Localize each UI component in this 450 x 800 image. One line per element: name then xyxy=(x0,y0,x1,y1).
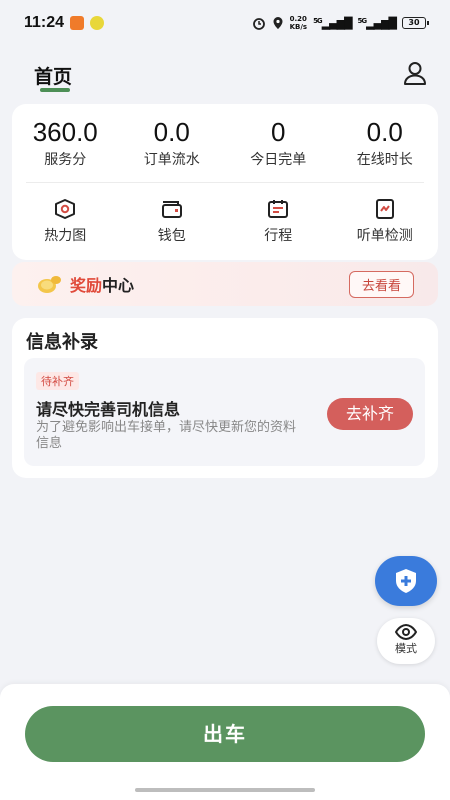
coin-icon xyxy=(38,276,61,293)
stat-value: 0.0 xyxy=(153,117,190,147)
tools-row: 热力图 钱包 行程 听单检测 xyxy=(12,183,438,259)
wallet-icon xyxy=(161,201,182,218)
status-time: 11:24 xyxy=(24,14,65,31)
reward-center-banner[interactable]: 奖励中心 去看看 xyxy=(12,262,438,306)
status-bar: 11:24 0.20 KB/s 5G▂▄▆█ 5G▂▄▆█ 30 xyxy=(0,0,450,46)
signal-icon-1: 5G▂▄▆█ xyxy=(313,16,352,30)
signal-icon-2: 5G▂▄▆█ xyxy=(357,16,397,30)
heatmap-icon xyxy=(55,199,76,219)
stat-label: 今日完单 xyxy=(250,152,307,168)
tool-label: 听单检测 xyxy=(356,228,413,244)
status-right: 0.20 KB/s 5G▂▄▆█ 5G▂▄▆█ 30 xyxy=(252,15,429,31)
info-title: 信息补录 xyxy=(26,332,98,353)
tab-home-indicator xyxy=(40,88,70,92)
alarm-icon xyxy=(252,18,265,30)
header: 首页 xyxy=(0,58,450,98)
tool-wallet[interactable]: 钱包 xyxy=(119,197,226,245)
stats-card: 360.0 服务分 0.0 订单流水 0 今日完单 0.0 在线时长 热力图 钱… xyxy=(12,104,438,260)
stat-today-completed[interactable]: 0 今日完单 xyxy=(225,117,332,169)
bottom-panel: 出车 xyxy=(0,684,450,800)
user-icon[interactable] xyxy=(402,60,428,86)
reward-view-button[interactable]: 去看看 xyxy=(348,270,414,298)
stat-label: 在线时长 xyxy=(356,152,413,168)
app-notification-icon xyxy=(70,16,85,30)
pending-badge: 待补齐 xyxy=(36,372,79,390)
stat-label: 订单流水 xyxy=(143,152,200,168)
stat-value: 0.0 xyxy=(366,117,403,147)
mode-button[interactable]: 模式 xyxy=(377,618,435,664)
info-description: 为了避免影响出车接单，请尽快更新您的资料信息 xyxy=(36,420,297,451)
safety-shield-button[interactable] xyxy=(375,556,437,606)
stat-online-duration[interactable]: 0.0 在线时长 xyxy=(332,117,439,169)
info-headline: 请尽快完善司机信息 xyxy=(36,400,181,419)
stat-value: 0 xyxy=(271,117,286,147)
supplement-button[interactable]: 去补齐 xyxy=(327,398,413,430)
app-notification-icon-2 xyxy=(90,16,105,30)
info-supplement-card: 信息补录 待补齐 请尽快完善司机信息 为了避免影响出车接单，请尽快更新您的资料信… xyxy=(12,318,438,478)
tool-order-check[interactable]: 听单检测 xyxy=(332,197,439,245)
go-online-button[interactable]: 出车 xyxy=(25,706,425,762)
location-icon xyxy=(273,17,283,29)
mode-label: 模式 xyxy=(395,642,417,655)
stat-label: 服务分 xyxy=(44,152,87,168)
tool-trip[interactable]: 行程 xyxy=(225,197,332,245)
battery-icon: 30 xyxy=(402,17,429,29)
net-speed: 0.20 KB/s xyxy=(289,15,308,31)
stat-value: 360.0 xyxy=(32,117,98,147)
reward-title: 奖励中心 xyxy=(70,276,135,295)
tool-label: 热力图 xyxy=(44,228,87,244)
tool-label: 钱包 xyxy=(157,228,186,244)
driver-info-notice[interactable]: 待补齐 请尽快完善司机信息 为了避免影响出车接单，请尽快更新您的资料信息 去补齐 xyxy=(24,358,425,466)
eye-icon xyxy=(395,624,417,640)
tool-heatmap[interactable]: 热力图 xyxy=(12,197,119,245)
tool-label: 行程 xyxy=(264,228,293,244)
calendar-icon xyxy=(268,200,289,218)
stat-service-score[interactable]: 360.0 服务分 xyxy=(12,117,119,169)
stats-row: 360.0 服务分 0.0 订单流水 0 今日完单 0.0 在线时长 xyxy=(12,104,438,182)
tab-home[interactable]: 首页 xyxy=(34,62,72,89)
home-indicator[interactable] xyxy=(135,788,315,792)
order-check-icon xyxy=(375,199,394,219)
stat-order-revenue[interactable]: 0.0 订单流水 xyxy=(119,117,226,169)
shield-plus-icon xyxy=(396,569,416,593)
